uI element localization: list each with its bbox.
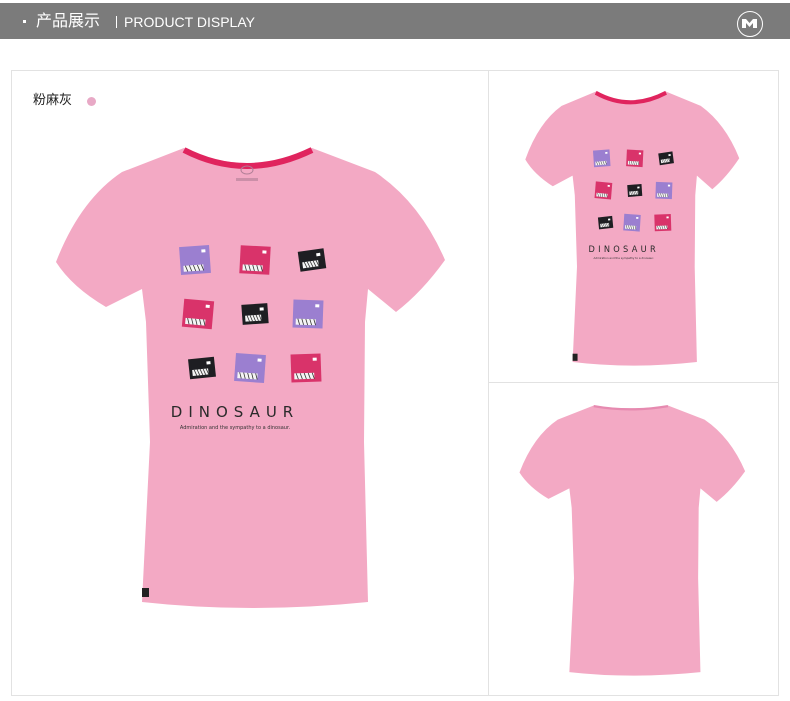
back-tshirt-image[interactable] [516, 402, 748, 678]
section-title-en: PRODUCT DISPLAY [124, 14, 255, 30]
dinosaur-head-purple [655, 181, 673, 200]
dinosaur-head-purple [592, 149, 611, 168]
main-dinosaur-print [179, 244, 327, 384]
bullet-icon [23, 20, 26, 23]
brand-logo-icon [737, 11, 763, 37]
dinosaur-head-magenta [626, 149, 644, 168]
dinosaur-head-black [597, 215, 614, 230]
dinosaur-head-purple [234, 352, 266, 384]
dinosaur-head-magenta [654, 213, 672, 232]
dinosaur-head-purple [623, 213, 641, 232]
dinosaur-head-purple [292, 299, 324, 329]
front-tshirt-image[interactable]: DINOSAUR Admiration and the sympathy to … [522, 88, 742, 368]
dinosaur-head-black [188, 356, 216, 380]
dinosaur-head-black [241, 303, 269, 325]
title-divider [116, 16, 117, 28]
front-dinosaur-print [592, 149, 674, 232]
color-swatch[interactable] [87, 97, 96, 106]
front-print-title: DINOSAUR [588, 245, 659, 255]
dinosaur-head-black [627, 183, 643, 197]
dinosaur-head-magenta [239, 245, 271, 275]
dinosaur-head-black [658, 151, 674, 166]
main-tshirt-image: DINOSAUR Admiration and the sympathy to … [56, 147, 445, 608]
main-print-title: DINOSAUR [171, 403, 299, 421]
back-shirt-body [519, 405, 746, 676]
section-title-cn: 产品展示 [36, 11, 101, 30]
dinosaur-head-magenta [594, 181, 613, 200]
dinosaur-head-magenta [290, 353, 322, 383]
dinosaur-head-magenta [181, 298, 215, 330]
section-header: 产品展示 PRODUCT DISPLAY [0, 3, 790, 39]
dinosaur-head-purple [179, 244, 211, 276]
main-print-tagline: Admiration and the sympathy to a dinosau… [180, 425, 291, 431]
dinosaur-head-black [297, 248, 327, 272]
front-print-tagline: Admiration and the sympathy to a dinosau… [594, 256, 655, 260]
color-name: 粉麻灰 [33, 93, 73, 108]
